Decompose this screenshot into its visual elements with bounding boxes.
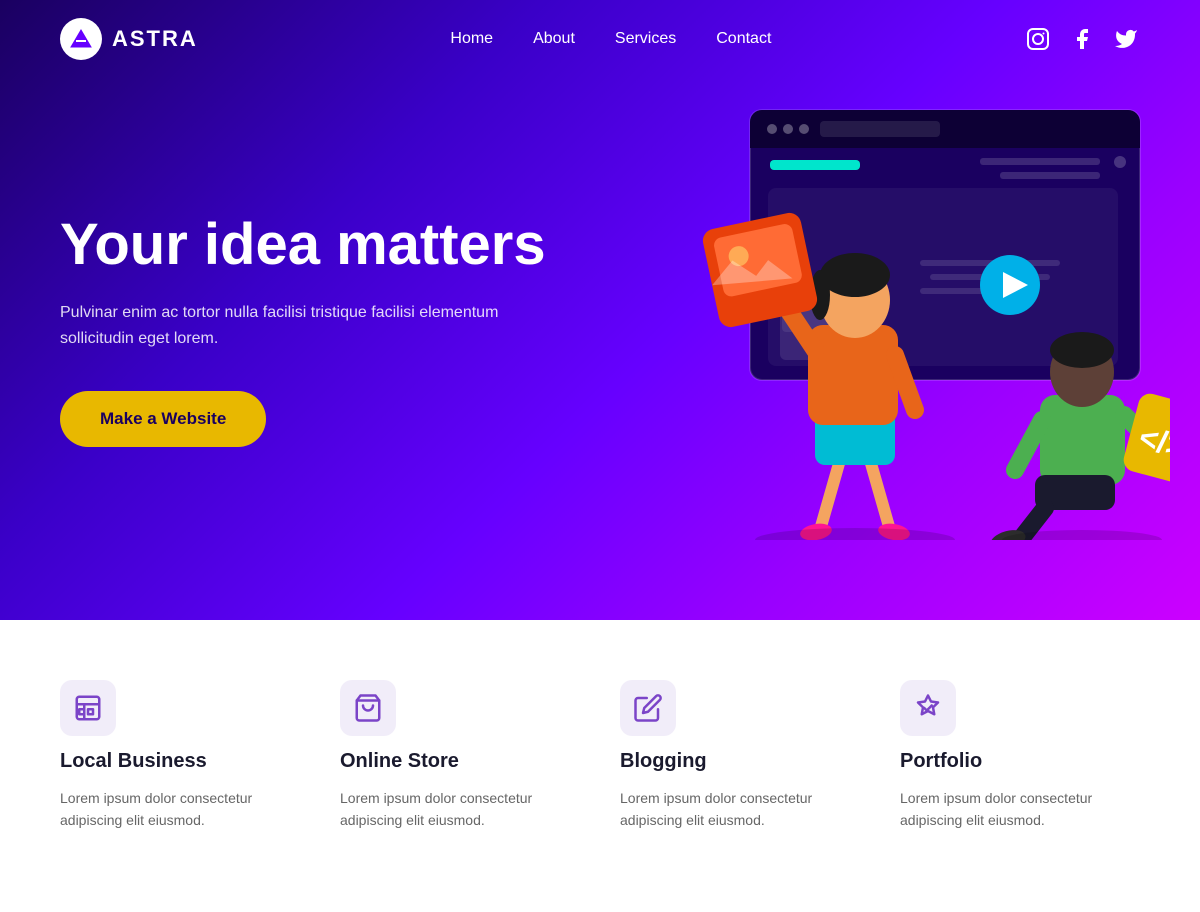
nav-home[interactable]: Home <box>450 30 493 48</box>
service-blogging: Blogging Lorem ipsum dolor consectetur a… <box>620 680 860 832</box>
main-nav: Home About Services Contact <box>450 30 771 48</box>
logo-text: ASTRA <box>112 26 198 52</box>
nav-services[interactable]: Services <box>615 30 676 48</box>
service-online-store-title: Online Store <box>340 750 580 773</box>
logo[interactable]: ASTRA <box>60 18 198 60</box>
online-store-icon-wrap <box>340 680 396 736</box>
header: ASTRA Home About Services Contact <box>0 0 1200 78</box>
edit-icon <box>633 693 663 723</box>
portfolio-icon-wrap <box>900 680 956 736</box>
service-portfolio-title: Portfolio <box>900 750 1140 773</box>
service-blogging-desc: Lorem ipsum dolor consectetur adipiscing… <box>620 787 860 832</box>
hero-illustration: </> <box>620 100 1170 540</box>
service-online-store: Online Store Lorem ipsum dolor consectet… <box>340 680 580 832</box>
hero-subtitle: Pulvinar enim ac tortor nulla facilisi t… <box>60 300 560 351</box>
local-business-icon-wrap <box>60 680 116 736</box>
service-blogging-title: Blogging <box>620 750 860 773</box>
social-icons <box>1024 25 1140 53</box>
services-section: Local Business Lorem ipsum dolor consect… <box>0 620 1200 912</box>
svg-text:</>: </> <box>1135 419 1170 466</box>
facebook-icon[interactable] <box>1068 25 1096 53</box>
instagram-icon[interactable] <box>1024 25 1052 53</box>
service-online-store-desc: Lorem ipsum dolor consectetur adipiscing… <box>340 787 580 832</box>
nav-contact[interactable]: Contact <box>716 30 771 48</box>
nav-about[interactable]: About <box>533 30 575 48</box>
blogging-icon-wrap <box>620 680 676 736</box>
twitter-icon[interactable] <box>1112 25 1140 53</box>
logo-icon <box>60 18 102 60</box>
bag-icon <box>353 693 383 723</box>
check-badge-icon <box>913 693 943 723</box>
service-local-business-desc: Lorem ipsum dolor consectetur adipiscing… <box>60 787 300 832</box>
service-local-business: Local Business Lorem ipsum dolor consect… <box>60 680 300 832</box>
service-portfolio-desc: Lorem ipsum dolor consectetur adipiscing… <box>900 787 1140 832</box>
cta-button[interactable]: Make a Website <box>60 391 266 447</box>
service-local-business-title: Local Business <box>60 750 300 773</box>
hero-title: Your idea matters <box>60 213 560 277</box>
hero-section: Your idea matters Pulvinar enim ac torto… <box>0 0 1200 620</box>
service-portfolio: Portfolio Lorem ipsum dolor consectetur … <box>900 680 1140 832</box>
hero-content: Your idea matters Pulvinar enim ac torto… <box>60 173 560 448</box>
building-icon <box>73 693 103 723</box>
